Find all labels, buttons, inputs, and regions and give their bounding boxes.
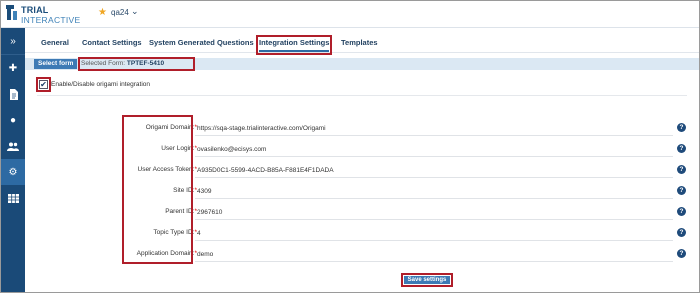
save-settings-highlight: Save settings [401,273,453,287]
field-row-origami-domain: Origami Domain:* https://sqa-stage.trial… [123,118,688,138]
left-sidebar: » ✚ ● ⚙ [1,28,25,292]
help-icon[interactable]: ? [677,207,686,216]
form-selector-bar: Select form Selected Form: TPTEF-5410 [25,57,699,71]
table-grid-icon[interactable] [1,185,25,211]
section-divider [37,95,687,96]
grid-glyph-icon [7,193,19,203]
help-icon[interactable]: ? [677,144,686,153]
help-icon[interactable]: ? [677,186,686,195]
parent-id-input[interactable]: 2967610 [195,205,673,220]
org-selector-label[interactable]: qa24 [111,8,129,17]
tab-integration-settings[interactable]: Integration Settings [255,35,333,55]
circle-icon[interactable]: ● [1,107,25,133]
favorite-star-icon[interactable]: ★ [98,7,107,18]
field-row-parent-id: Parent ID:* 2967610 ? [123,202,688,222]
field-labels-highlight [122,115,193,264]
add-icon[interactable]: ✚ [1,55,25,81]
help-icon[interactable]: ? [677,228,686,237]
brand-line-1: TRIAL [21,5,49,15]
topic-type-id-input[interactable]: 4 [195,226,673,241]
save-settings-button[interactable]: Save settings [404,276,450,284]
application-domain-input[interactable]: demo [195,247,673,262]
integration-toggle-row: ✔ Enable/Disable origami integration [36,77,677,92]
brand-line-2: INTERACTIVE [21,15,81,25]
tab-system-generated-questions[interactable]: System Generated Questions [149,38,254,47]
origami-domain-input[interactable]: https://sqa-stage.trialinteractive.com/O… [195,121,673,136]
field-row-application-domain: Application Domain:* demo ? [123,244,688,264]
user-access-token-input[interactable]: A935D0C1-5599-4ACD-B85A-F881E4F1DADA [195,163,673,178]
settings-tabs: General Contact Settings System Generate… [25,35,699,55]
top-header: TRIAL INTERACTIVE ★ qa24 ⌄ [1,1,699,28]
select-form-button[interactable]: Select form [34,59,78,69]
app-window: TRIAL INTERACTIVE ★ qa24 ⌄ » ✚ ● ⚙ Gener… [0,0,700,293]
field-row-topic-type-id: Topic Type ID:* 4 ? [123,223,688,243]
checkbox-highlight [36,77,51,92]
document-icon[interactable] [1,81,25,107]
integration-checkbox-label: Enable/Disable origami integration [51,81,151,88]
help-icon[interactable]: ? [677,123,686,132]
site-id-input[interactable]: 4309 [195,184,673,199]
selected-form-highlight [78,57,195,71]
help-icon[interactable]: ? [677,165,686,174]
users-icon[interactable] [1,133,25,159]
field-row-user-login: User Login:* ovasilenko@ecisys.com ? [123,139,688,159]
settings-gears-icon[interactable]: ⚙ [1,159,25,185]
field-row-site-id: Site ID:* 4309 ? [123,181,688,201]
tab-templates[interactable]: Templates [341,38,378,47]
expand-sidebar-icon[interactable]: » [1,28,25,54]
users-glyph-icon [7,142,19,151]
tab-general[interactable]: General [41,38,69,47]
help-icon[interactable]: ? [677,249,686,258]
document-glyph-icon [9,88,18,100]
chevron-down-icon[interactable]: ⌄ [131,6,139,17]
field-row-user-access-token: User Access Token:* A935D0C1-5599-4ACD-B… [123,160,688,180]
user-login-input[interactable]: ovasilenko@ecisys.com [195,142,673,157]
tab-contact-settings[interactable]: Contact Settings [82,38,142,47]
logo-mark-icon [6,5,17,20]
brand-logo[interactable]: TRIAL INTERACTIVE [4,4,84,26]
